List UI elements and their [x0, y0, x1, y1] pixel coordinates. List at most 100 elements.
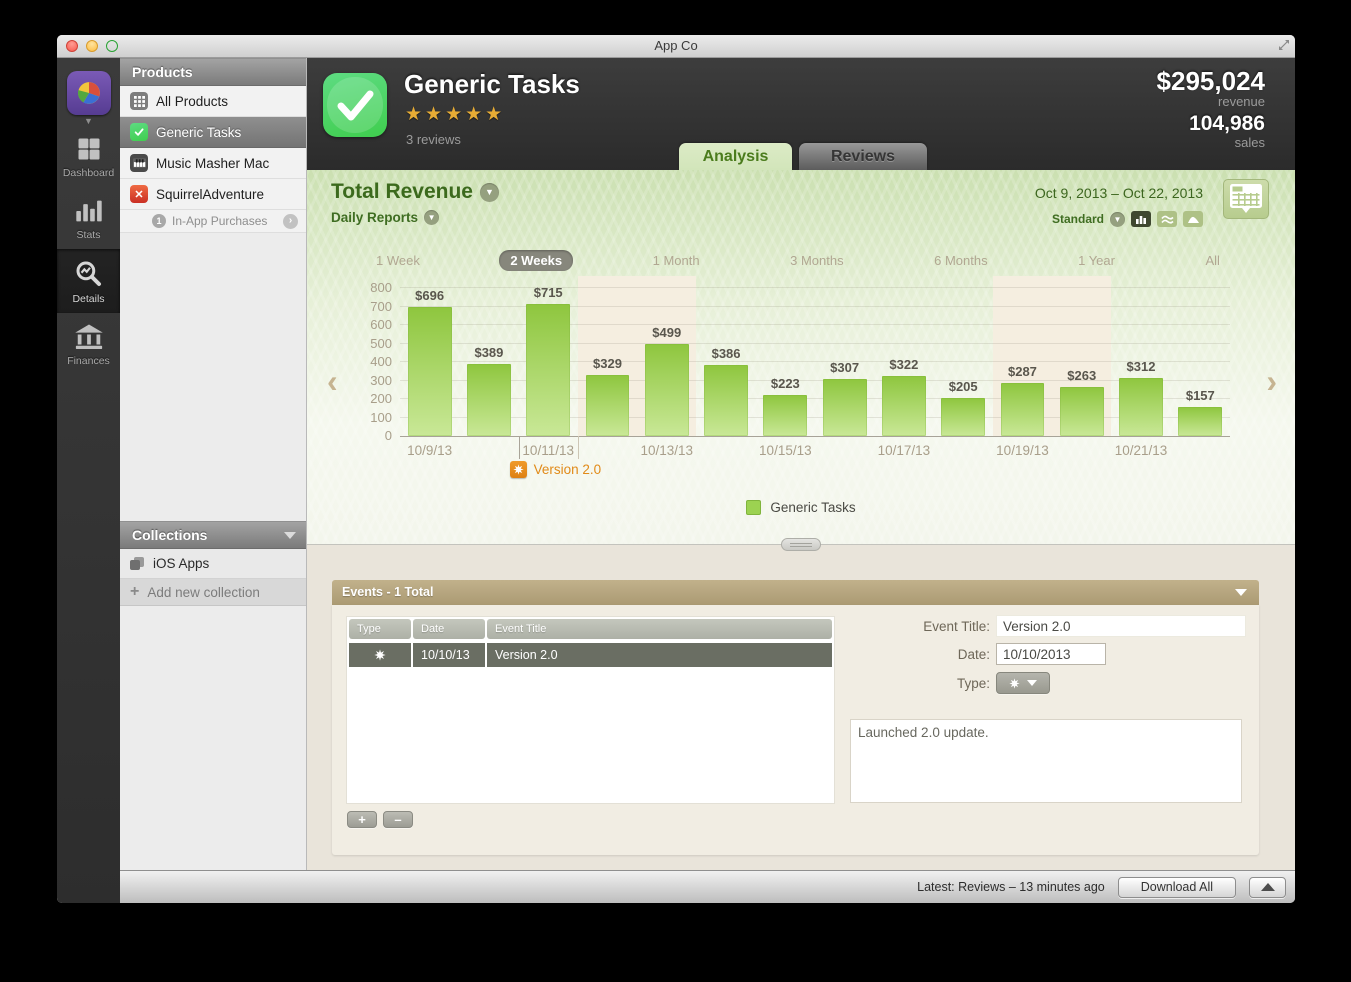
bar-slot: $329	[578, 276, 637, 436]
revenue-bar[interactable]	[585, 375, 630, 436]
revenue-value: $295,024	[1156, 66, 1265, 96]
titlebar[interactable]: App Co	[57, 35, 1295, 58]
chevron-right-icon[interactable]: ›	[283, 213, 298, 229]
revenue-bar[interactable]	[941, 398, 986, 436]
collapse-panel-button[interactable]	[1249, 876, 1286, 898]
range-3-months[interactable]: 3 Months	[779, 250, 854, 271]
tab-analysis[interactable]: Analysis	[679, 143, 792, 170]
view-mode-selector[interactable]: Standard	[1052, 212, 1104, 226]
reviews-count[interactable]: 3 reviews	[406, 132, 461, 147]
event-marker[interactable]: Version 2.0	[509, 461, 601, 478]
events-panel-header[interactable]: Events - 1 Total	[332, 580, 1259, 605]
remove-event-button[interactable]: –	[383, 811, 413, 828]
app-logo[interactable]	[66, 71, 111, 115]
revenue-bar[interactable]	[466, 364, 511, 436]
revenue-bar[interactable]	[1059, 387, 1104, 436]
squirrel-app-icon: ✕	[130, 185, 148, 203]
rail-item-stats[interactable]: Stats	[57, 187, 120, 249]
traffic-lights	[66, 40, 118, 52]
bar-value-label: $389	[474, 345, 504, 361]
rail-item-details[interactable]: Details	[57, 249, 120, 313]
event-type-dropdown[interactable]	[996, 672, 1050, 694]
stats-icon	[75, 200, 102, 222]
chart-scroll-right-button[interactable]: ›	[1266, 365, 1277, 397]
close-button[interactable]	[66, 40, 78, 52]
bar-value-label: $499	[652, 324, 682, 340]
sidebar-item-in-app-purchases[interactable]: 1 In-App Purchases ›	[120, 210, 306, 233]
metric-selector[interactable]: Total Revenue ▼	[331, 180, 499, 204]
area-view-button[interactable]	[1183, 211, 1203, 227]
column-header-event-title[interactable]: Event Title	[487, 619, 832, 639]
tab-reviews[interactable]: Reviews	[799, 143, 927, 170]
event-notes-textarea[interactable]: Launched 2.0 update.	[850, 719, 1242, 803]
bar-chart-icon	[1136, 216, 1146, 224]
revenue-bar[interactable]	[1119, 378, 1163, 436]
logo-caret-icon[interactable]: ▼	[84, 117, 93, 126]
download-all-button[interactable]: Download All	[1117, 876, 1236, 898]
revenue-bar[interactable]	[1178, 406, 1223, 436]
zoom-button[interactable]	[106, 40, 118, 52]
range-all[interactable]: All	[1194, 250, 1230, 271]
sidebar-item-label: Generic Tasks	[156, 124, 242, 140]
x-tick-label	[459, 437, 518, 458]
split-drag-handle[interactable]	[781, 538, 821, 551]
revenue-bar[interactable]	[763, 394, 808, 436]
column-header-date[interactable]: Date	[413, 619, 485, 639]
chevron-down-icon[interactable]: ▼	[1110, 211, 1125, 227]
revenue-bar[interactable]	[644, 343, 689, 436]
event-type-cell	[349, 643, 411, 667]
bar-chart-view-button[interactable]	[1131, 211, 1151, 227]
calendar-button[interactable]	[1223, 179, 1269, 219]
bar-slot: $205	[934, 276, 993, 436]
area-chart-icon	[1187, 216, 1199, 223]
sidebar-item-all-products[interactable]: All Products	[120, 86, 306, 117]
table-row[interactable]: 10/10/13 Version 2.0	[349, 643, 832, 667]
rail-item-dashboard[interactable]: Dashboard	[57, 125, 120, 187]
products-header: Products	[120, 58, 306, 86]
x-tick-label: 10/19/13	[996, 443, 1049, 458]
range-2-weeks[interactable]: 2 Weeks	[499, 250, 574, 271]
event-type-label: Type:	[956, 675, 990, 691]
bar-slot: $389	[459, 276, 518, 436]
bar-value-label: $307	[830, 360, 860, 376]
resize-icon[interactable]	[1278, 39, 1290, 51]
waves-icon	[1160, 215, 1174, 224]
chart-scroll-left-button[interactable]: ‹	[327, 365, 338, 397]
bar-slot: $312	[1111, 276, 1170, 436]
column-header-type[interactable]: Type	[349, 619, 411, 639]
events-panel-body: Type Date Event Title 10/10/13 Version 2…	[332, 605, 1259, 855]
range-1-month[interactable]: 1 Month	[642, 250, 711, 271]
product-title: Generic Tasks	[404, 69, 580, 99]
revenue-bar[interactable]	[1000, 382, 1045, 436]
stacked-line-view-button[interactable]	[1157, 211, 1177, 227]
y-tick-label: 400	[370, 354, 392, 369]
revenue-bar[interactable]	[881, 376, 926, 436]
revenue-bar[interactable]	[407, 307, 452, 436]
event-title-input[interactable]	[996, 615, 1246, 637]
range-1-year[interactable]: 1 Year	[1067, 250, 1126, 271]
report-type-selector[interactable]: Daily Reports ▼	[331, 210, 440, 225]
product-stats: $295,024 revenue 104,986 sales	[1157, 67, 1265, 150]
sidebar-item-ios-apps[interactable]: iOS Apps	[120, 549, 306, 579]
sidebar-item-generic-tasks[interactable]: Generic Tasks	[120, 117, 306, 148]
event-date-input[interactable]	[996, 643, 1106, 665]
app-window: App Co ▼ Dashboard Stats Details Finance…	[57, 35, 1295, 903]
bar-slot: $499	[637, 276, 696, 436]
navigation-rail: ▼ Dashboard Stats Details Finances	[57, 58, 120, 903]
x-tick-label: 10/21/13	[1114, 443, 1168, 458]
sidebar-item-squirreladventure[interactable]: ✕ SquirrelAdventure	[120, 179, 306, 210]
bar-slot: $157	[1171, 276, 1230, 436]
add-event-button[interactable]: +	[347, 811, 377, 828]
collections-header[interactable]: Collections	[120, 521, 306, 549]
revenue-bar[interactable]	[526, 303, 571, 436]
rail-item-finances[interactable]: Finances	[57, 313, 120, 375]
star-rating: ★★★★★	[405, 104, 506, 125]
add-new-collection-button[interactable]: + Add new collection	[120, 579, 306, 606]
revenue-bar[interactable]	[704, 364, 748, 436]
window-title: App Co	[654, 38, 698, 53]
minimize-button[interactable]	[86, 40, 98, 52]
sidebar-item-music-masher-mac[interactable]: Music Masher Mac	[120, 148, 306, 179]
range-6-months[interactable]: 6 Months	[923, 250, 998, 271]
range-1-week[interactable]: 1 Week	[365, 250, 431, 271]
revenue-bar[interactable]	[822, 379, 867, 436]
